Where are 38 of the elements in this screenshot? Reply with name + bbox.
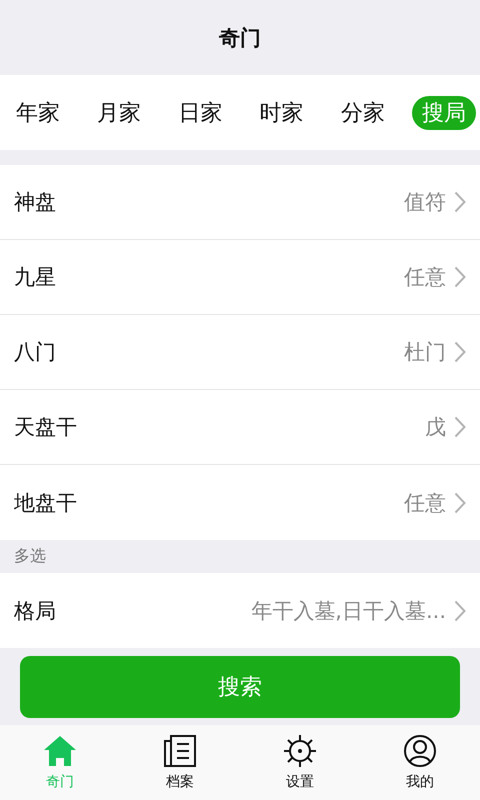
row-value: 任意	[404, 264, 446, 291]
settings-row[interactable]: 神盘 值符	[0, 165, 480, 240]
nav-item[interactable]: 档案	[120, 725, 240, 800]
settings-row[interactable]: 八门 杜门	[0, 315, 480, 390]
row-label: 天盘干	[14, 414, 78, 441]
page-title: 奇门	[219, 24, 261, 52]
row-label: 神盘	[14, 189, 57, 216]
row-label: 八门	[14, 339, 57, 366]
row-value: 值符	[404, 189, 446, 216]
chevron-icon	[454, 266, 466, 288]
nav-item[interactable]: 设置	[240, 725, 360, 800]
chevron-icon	[454, 492, 466, 514]
row-value: 戊	[425, 414, 446, 441]
nav-item[interactable]: 我的	[360, 725, 480, 800]
settings-row[interactable]: 地盘干 任意	[0, 465, 480, 540]
settings-row[interactable]: 九星 任意	[0, 240, 480, 315]
settings-row[interactable]: 天盘干 戊	[0, 390, 480, 465]
settings-icon	[283, 734, 317, 766]
row-value: 杜门	[404, 339, 446, 366]
row-label: 九星	[14, 264, 57, 291]
section-title: 多选	[13, 545, 47, 567]
row-value: 年干入墓,日干入墓...	[251, 598, 446, 624]
home-icon	[43, 734, 77, 766]
row-label: 地盘干	[14, 490, 78, 516]
chevron-icon	[454, 416, 466, 438]
chevron-icon	[454, 600, 466, 622]
row-label: 格局	[14, 598, 57, 624]
tab[interactable]: 日家	[168, 96, 232, 130]
tab[interactable]: 年家	[6, 96, 70, 130]
chevron-icon	[454, 341, 466, 363]
row-value: 任意	[404, 490, 446, 516]
settings-row[interactable]: 格局 年干入墓,日干入墓...	[0, 573, 480, 648]
profile-icon	[403, 734, 437, 766]
tab[interactable]: 分家	[330, 96, 395, 130]
tab[interactable]: 时家	[250, 96, 314, 130]
chevron-icon	[454, 191, 466, 213]
document-icon	[163, 734, 197, 766]
tab[interactable]: 月家	[87, 96, 152, 130]
